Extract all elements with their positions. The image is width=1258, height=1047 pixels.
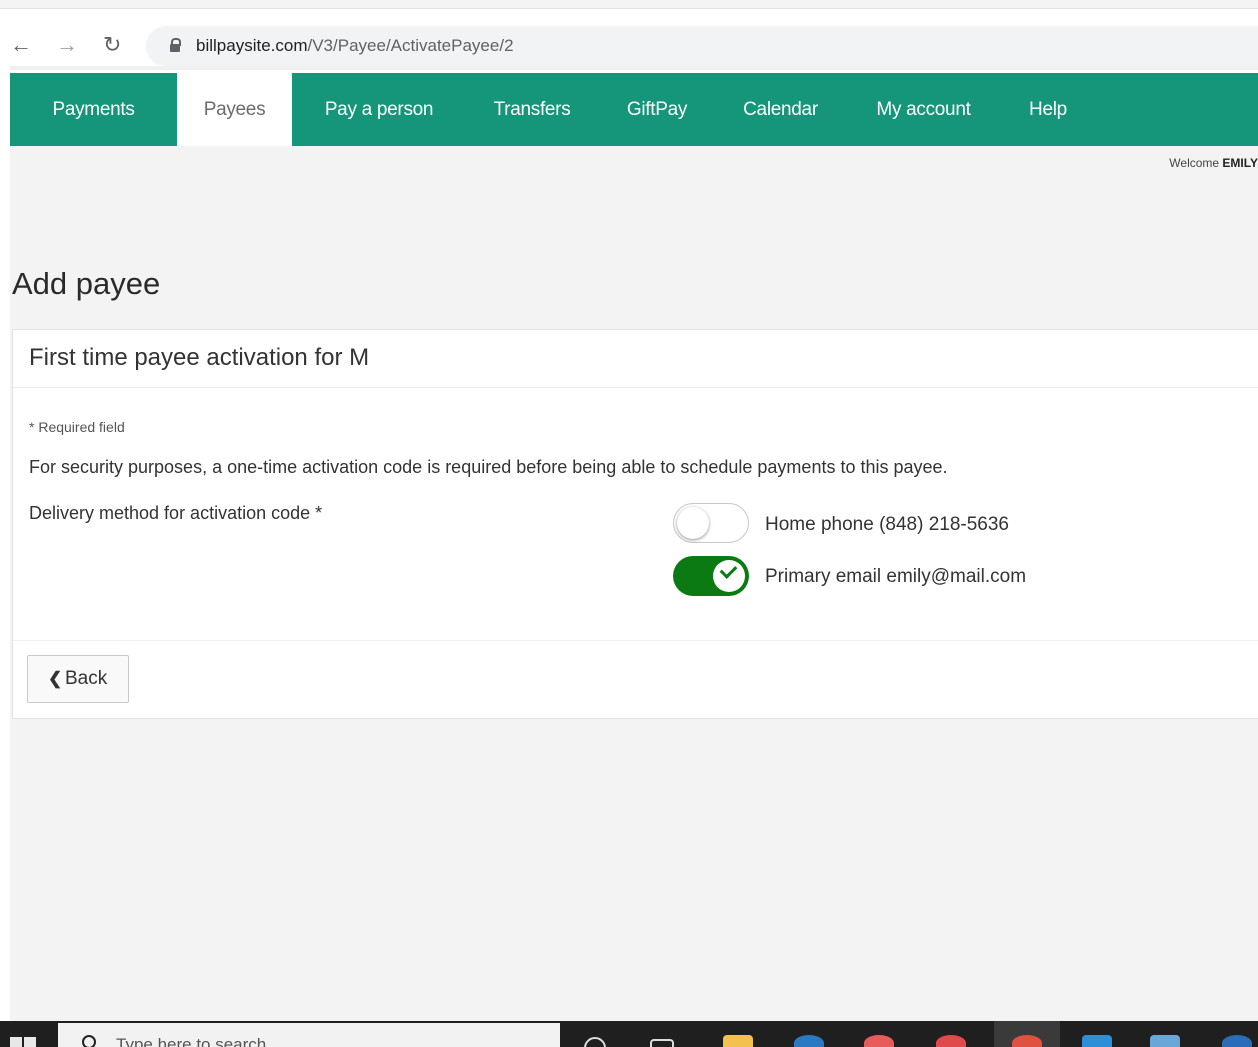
app-icon[interactable] — [936, 1035, 966, 1047]
home-phone-toggle[interactable] — [673, 503, 749, 543]
page-content: Welcome EMILY Add payee First time payee… — [10, 146, 1258, 1021]
windows-start-icon[interactable] — [10, 1037, 36, 1047]
app-icon[interactable] — [1150, 1035, 1180, 1047]
chrome-icon[interactable] — [1012, 1035, 1042, 1047]
browser-top-strip — [0, 0, 1258, 9]
welcome-text: Welcome — [1169, 156, 1220, 170]
url-text[interactable]: billpaysite.com/V3/Payee/ActivatePayee/2 — [196, 36, 514, 56]
taskbar-search[interactable]: Type here to search — [58, 1023, 560, 1047]
card-title: First time payee activation for M — [29, 344, 370, 371]
file-explorer-icon[interactable] — [723, 1035, 753, 1047]
home-phone-label[interactable]: Home phone (848) 218-5636 — [765, 514, 1009, 536]
cortana-icon[interactable] — [584, 1037, 606, 1047]
primary-email-toggle[interactable] — [673, 556, 749, 596]
edge-icon[interactable] — [794, 1035, 824, 1047]
tab-giftpay[interactable]: GiftPay — [598, 73, 716, 146]
tab-payees[interactable]: Payees — [177, 73, 292, 146]
required-note: * Required field — [29, 419, 125, 435]
url-host: billpaysite.com — [196, 36, 308, 55]
tab-payments[interactable]: Payments — [10, 73, 177, 146]
reload-icon[interactable]: ↻ — [103, 31, 121, 59]
delivery-method-label: Delivery method for activation code * — [29, 503, 323, 523]
back-button[interactable]: ❮ Back — [27, 655, 129, 703]
windows-taskbar: Type here to search — [0, 1021, 1258, 1047]
app-icon[interactable] — [1222, 1035, 1252, 1047]
chrome-divider — [10, 66, 1258, 70]
tab-pay-a-person[interactable]: Pay a person — [292, 73, 466, 146]
tab-my-account[interactable]: My account — [845, 73, 1002, 146]
user-name: EMILY — [1222, 156, 1258, 170]
lock-icon — [170, 38, 181, 52]
main-nav: Payments Payees Pay a person Transfers G… — [10, 73, 1258, 146]
checkmark-icon — [719, 561, 738, 579]
activation-card: First time payee activation for M * Requ… — [12, 329, 1258, 719]
app-icon[interactable] — [864, 1035, 894, 1047]
search-icon — [82, 1035, 96, 1047]
browser-toolbar: ← → ↻ billpaysite.com/V3/Payee/ActivateP… — [0, 9, 1258, 66]
primary-email-label[interactable]: Primary email emily@mail.com — [765, 566, 1026, 588]
card-header: First time payee activation for M — [13, 330, 1258, 388]
tab-calendar[interactable]: Calendar — [716, 73, 845, 146]
page-title: Add payee — [12, 266, 161, 301]
card-footer: ❮ Back — [13, 640, 1258, 719]
toggle-knob — [713, 560, 745, 592]
address-bar[interactable]: billpaysite.com/V3/Payee/ActivatePayee/2 — [146, 26, 1258, 66]
back-button-label: Back — [65, 668, 108, 689]
app-icon[interactable] — [1082, 1035, 1112, 1047]
welcome-message: Welcome EMILY — [1169, 156, 1258, 170]
taskbar-search-placeholder: Type here to search — [116, 1035, 267, 1047]
forward-arrow-icon[interactable]: → — [56, 31, 78, 59]
url-path: /V3/Payee/ActivatePayee/2 — [307, 36, 514, 55]
toggle-knob — [677, 507, 709, 539]
task-view-icon[interactable] — [650, 1039, 674, 1047]
tab-transfers[interactable]: Transfers — [466, 73, 598, 146]
chevron-left-icon: ❮ — [48, 669, 63, 688]
tab-help[interactable]: Help — [1002, 73, 1094, 146]
back-arrow-icon[interactable]: ← — [10, 31, 32, 59]
security-text: For security purposes, a one-time activa… — [29, 457, 948, 477]
